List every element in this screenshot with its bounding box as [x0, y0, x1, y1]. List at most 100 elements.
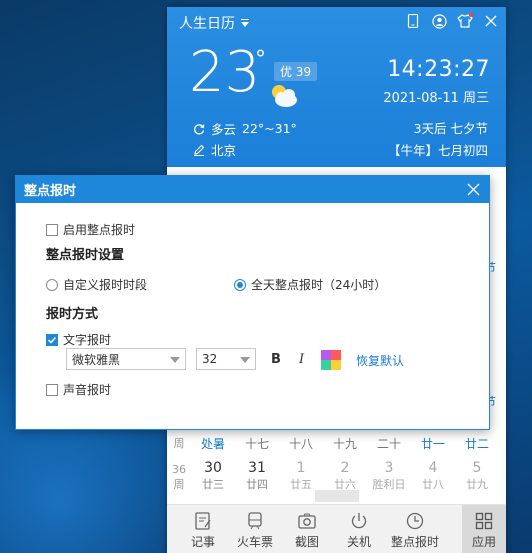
hourly-chime-button[interactable]: 整点报时: [385, 505, 445, 553]
checkbox-box-checked: [46, 333, 58, 346]
power-icon: [351, 513, 367, 529]
notification-dot: [469, 13, 473, 17]
chevron-down-icon: [170, 357, 180, 363]
day-cell[interactable]: 十八: [279, 435, 323, 452]
day-number: 5: [472, 460, 482, 476]
partly-cloudy-icon: [267, 83, 301, 113]
hourly-chime-label: 整点报时: [390, 535, 439, 549]
scroll-handle[interactable]: [315, 490, 359, 502]
all-day-radio[interactable]: 全天整点报时（24小时）: [234, 276, 386, 293]
day-cell[interactable]: 处暑: [191, 435, 235, 452]
week-label: 周: [173, 478, 185, 491]
clock-icon: [406, 512, 424, 530]
grid-icon: [475, 512, 493, 530]
dialog-title: 整点报时: [24, 184, 77, 199]
check-icon: [47, 336, 57, 344]
italic-button[interactable]: I: [299, 352, 304, 367]
day-number: 4: [428, 460, 438, 476]
note-label: 记事: [190, 535, 215, 549]
lunar-date: 【牛年】七月初四: [387, 143, 488, 158]
font-select[interactable]: 微软雅黑: [66, 348, 186, 370]
screenshot-button[interactable]: 截图: [281, 505, 333, 553]
radio-circle-selected: [234, 278, 246, 291]
day-cell[interactable]: 十九: [323, 435, 367, 452]
app-title-menu[interactable]: 人生日历: [179, 13, 249, 33]
note-button[interactable]: 记事: [177, 505, 229, 553]
day-number: 30: [204, 460, 222, 476]
day-cell[interactable]: 5 廿九: [455, 459, 499, 499]
date-weekday: 2021-08-11 周三: [383, 91, 489, 106]
day-lunar: 廿四: [246, 478, 268, 491]
size-select[interactable]: 32: [196, 348, 256, 370]
skin-icon[interactable]: [456, 12, 474, 30]
day-lunar: 廿九: [466, 478, 488, 491]
day-lunar: 胜利日: [372, 478, 406, 491]
week-label: 周: [173, 437, 185, 450]
day-number: 2: [340, 460, 350, 476]
day-cell[interactable]: 十七: [235, 435, 279, 452]
day-cell[interactable]: 31 廿四: [235, 459, 279, 499]
city-name: 北京: [211, 143, 237, 158]
refresh-icon[interactable]: [193, 123, 205, 135]
apps-label: 应用: [471, 535, 496, 549]
close-icon[interactable]: [482, 12, 500, 30]
day-cell[interactable]: 廿二: [455, 435, 499, 452]
train-ticket-label: 火车票: [236, 535, 273, 549]
chevron-down-icon: [240, 357, 250, 363]
mode-heading: 报时方式: [46, 307, 99, 322]
enable-chime-checkbox[interactable]: 启用整点报时: [46, 221, 135, 238]
text-chime-label: 文字报时: [63, 333, 112, 347]
day-number: 3: [384, 460, 394, 476]
camera-icon: [298, 513, 316, 529]
bold-button[interactable]: B: [271, 352, 281, 367]
apps-button[interactable]: 应用: [462, 505, 506, 553]
weather-summary: 多云 22°~31°: [193, 119, 297, 138]
festival-countdown[interactable]: 3天后 七夕节: [414, 118, 488, 137]
day-cell[interactable]: 30 廿三: [191, 459, 235, 499]
checkbox-box: [46, 223, 58, 236]
dropdown-icon: [241, 19, 249, 27]
train-ticket-button[interactable]: 火车票: [229, 505, 281, 553]
week-number: 36: [172, 463, 186, 476]
mobile-icon[interactable]: [404, 12, 422, 30]
day-cell[interactable]: 3 胜利日: [367, 459, 411, 499]
bottom-toolbar: 记事 火车票 截图 关机 整点报时 应用: [167, 504, 506, 553]
custom-period-radio[interactable]: 自定义报时时段: [46, 276, 147, 293]
app-title: 人生日历: [179, 16, 235, 32]
day-number: 1: [296, 460, 306, 476]
radio-circle: [46, 278, 58, 291]
day-cell[interactable]: 廿一: [411, 435, 455, 452]
enable-chime-label: 启用整点报时: [63, 223, 136, 237]
weather-text: 多云: [211, 122, 237, 137]
restore-default-link[interactable]: 恢复默认: [356, 352, 404, 369]
degree-symbol: °: [255, 47, 266, 72]
user-icon[interactable]: [430, 12, 448, 30]
day-cell[interactable]: 二十: [367, 435, 411, 452]
voice-chime-checkbox[interactable]: 声音报时: [46, 381, 111, 398]
aqi-badge[interactable]: 优 39: [274, 62, 318, 81]
note-icon: [195, 512, 211, 530]
font-select-value: 微软雅黑: [72, 352, 121, 367]
calendar-header: 人生日历 23 ° 优 39 多云 22°~31° 北京 14:23:27 20…: [167, 7, 506, 167]
day-number: 31: [248, 460, 266, 476]
settings-heading: 整点报时设置: [46, 248, 125, 263]
day-lunar: 廿三: [202, 478, 224, 491]
temp-range: 22°~31°: [242, 121, 297, 136]
close-icon[interactable]: [466, 182, 481, 197]
custom-period-label: 自定义报时时段: [63, 278, 148, 292]
color-picker-icon[interactable]: [321, 350, 341, 370]
train-icon: [248, 512, 262, 530]
size-select-value: 32: [202, 352, 218, 366]
shutdown-button[interactable]: 关机: [333, 505, 385, 553]
dialog-titlebar: 整点报时: [16, 176, 489, 203]
day-cell[interactable]: 4 廿八: [411, 459, 455, 499]
hourly-chime-dialog: 整点报时 启用整点报时 整点报时设置 自定义报时时段 全天整点报时（24小时） …: [15, 175, 490, 430]
clock: 14:23:27: [387, 57, 490, 82]
city-selector[interactable]: 北京: [193, 140, 236, 159]
shutdown-label: 关机: [346, 535, 371, 549]
day-lunar: 廿八: [422, 478, 444, 491]
text-chime-checkbox[interactable]: 文字报时: [46, 331, 111, 348]
checkbox-box: [46, 383, 58, 396]
week-row: 周 处暑 十七 十八 十九 二十 廿一 廿二: [167, 432, 506, 454]
edit-icon: [194, 144, 205, 156]
